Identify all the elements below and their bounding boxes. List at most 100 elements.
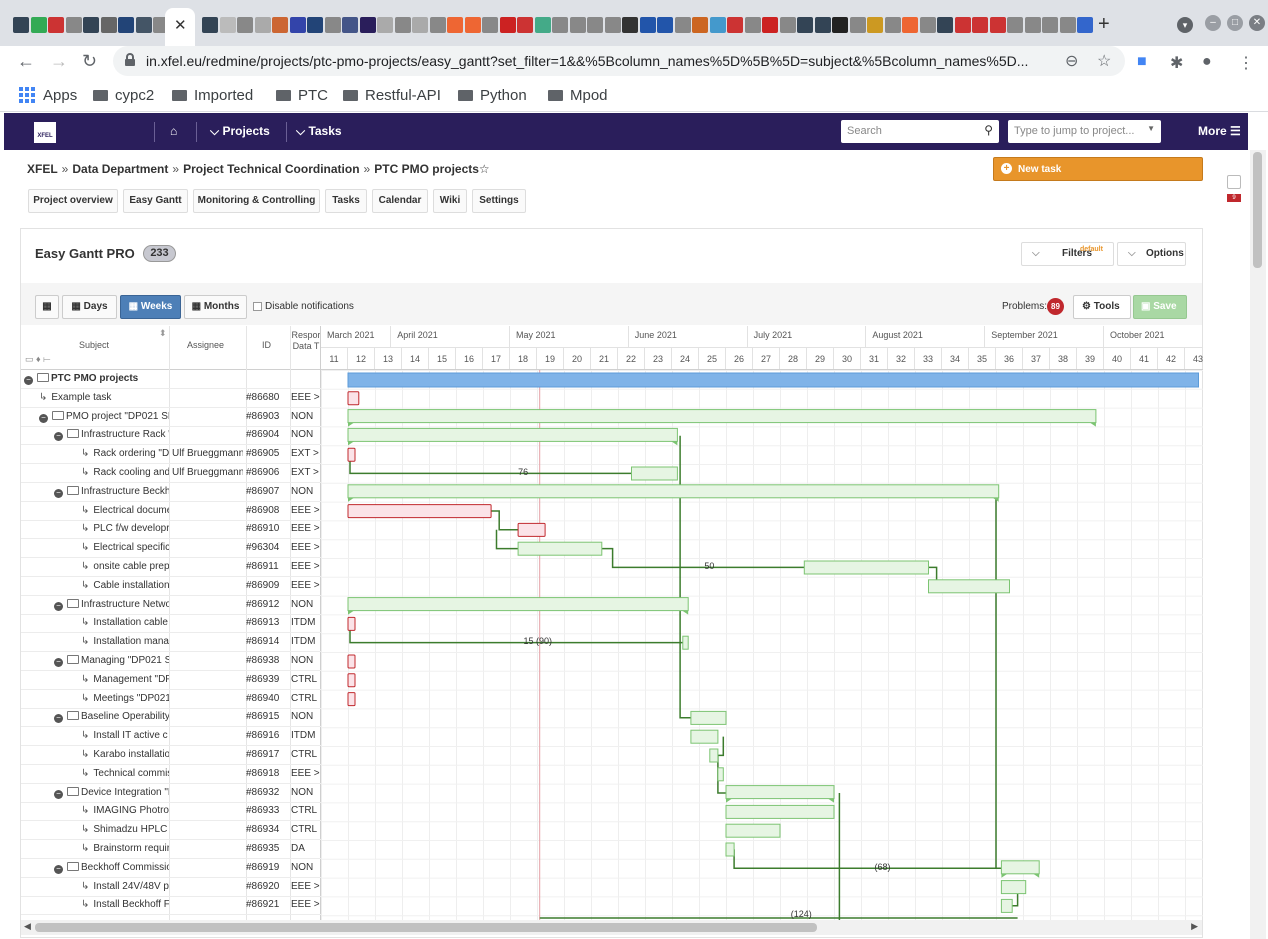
tab-favicon[interactable] (569, 17, 586, 33)
bookmark-mpod[interactable]: Mpod (548, 85, 608, 105)
task-row[interactable]: − Infrastructure Beckh #86907 NON (21, 483, 321, 502)
tab-favicon[interactable] (237, 17, 253, 33)
tab-search-icon[interactable]: ▾ (1177, 17, 1193, 33)
tab-calendar[interactable]: Calendar (372, 189, 428, 213)
task-subject[interactable]: ↳ onsite cable prep (81, 561, 169, 572)
task-subject[interactable]: ↳ Technical commis (81, 768, 169, 779)
task-bar-late[interactable] (347, 654, 356, 669)
parent-bar[interactable] (725, 785, 835, 800)
task-bar[interactable] (725, 804, 835, 819)
task-row[interactable]: ↳ IMAGING Photro #86933 CTRL (21, 802, 321, 822)
tab-favicon[interactable] (272, 17, 288, 33)
lock-icon[interactable] (125, 53, 135, 66)
task-bar[interactable] (928, 579, 1010, 594)
task-id[interactable]: #86940 (246, 693, 279, 704)
tab-favicon[interactable] (1059, 17, 1076, 33)
task-bar-late[interactable] (347, 692, 356, 707)
breadcrumb-data-department[interactable]: Data Department (72, 162, 168, 176)
close-window-icon[interactable]: ✕ (1249, 15, 1265, 31)
tab-favicon[interactable] (447, 17, 463, 33)
tab-favicon[interactable] (902, 17, 918, 33)
back-icon[interactable]: ← (17, 51, 35, 72)
parent-bar-end-marker[interactable] (682, 610, 689, 615)
task-bar[interactable] (717, 767, 724, 782)
task-row[interactable]: ↳ Install Beckhoff F #86921 EEE > (21, 896, 321, 916)
scroll-right-icon[interactable]: ▶ (1191, 921, 1198, 932)
task-id[interactable]: #86916 (246, 730, 279, 741)
browser-menu-icon[interactable]: ⋮ (1238, 53, 1254, 73)
collapse-toggle-icon[interactable]: − (54, 488, 63, 498)
parent-bar-start-marker[interactable] (348, 610, 354, 615)
parent-bar-start-marker[interactable] (348, 422, 354, 427)
tab-settings[interactable]: Settings (472, 189, 526, 213)
tab-favicon[interactable] (13, 17, 29, 33)
tab-monitoring[interactable]: Monitoring & Controlling (193, 189, 320, 213)
task-subject[interactable]: ↳ Management "DP (81, 674, 169, 685)
task-subject[interactable]: ↳ Shimadzu HPLC (81, 824, 169, 835)
task-subject[interactable]: ↳ Install IT active c (81, 730, 169, 741)
collapse-toggle-icon[interactable]: − (54, 864, 63, 874)
task-id[interactable]: #86939 (246, 674, 279, 685)
task-id[interactable]: #86919 (246, 862, 279, 873)
reload-icon[interactable]: ↻ (82, 51, 97, 72)
task-id[interactable]: #86904 (246, 429, 279, 440)
bookmark-apps[interactable]: Apps (19, 85, 77, 105)
tab-favicon[interactable] (727, 17, 743, 33)
parent-bar[interactable] (347, 484, 1000, 499)
task-bar-late[interactable] (347, 504, 492, 519)
task-bar[interactable] (709, 748, 719, 763)
tab-favicon[interactable] (534, 17, 551, 33)
tab-favicon[interactable] (814, 17, 831, 33)
task-row[interactable]: − Managing "DP021 S #86938 NON (21, 652, 321, 671)
task-bar[interactable] (725, 823, 781, 838)
tab-project-overview[interactable]: Project overview (28, 189, 118, 213)
task-id[interactable]: #86903 (246, 411, 279, 422)
task-subject[interactable]: ↳ Electrical specific (81, 542, 169, 553)
collapse-all-icon[interactable]: ▭ ♦ ⟝ (25, 354, 51, 365)
collapse-toggle-icon[interactable]: − (39, 413, 48, 423)
task-id[interactable]: #96304 (246, 542, 279, 553)
task-id[interactable]: #86906 (246, 467, 279, 478)
tab-favicon[interactable] (604, 17, 621, 33)
home-icon[interactable]: ⌂ (170, 124, 177, 138)
tab-easy-gantt[interactable]: Easy Gantt (123, 189, 188, 213)
task-id[interactable]: #86933 (246, 805, 279, 816)
task-id[interactable]: #86905 (246, 448, 279, 459)
task-subject[interactable]: ↳ Installation cable (81, 617, 169, 628)
collapse-toggle-icon[interactable]: − (54, 601, 63, 611)
tab-favicon[interactable] (552, 17, 568, 33)
task-row[interactable]: − Infrastructure Rack " #86904 NON (21, 426, 321, 446)
task-id[interactable]: #86914 (246, 636, 279, 647)
task-subject[interactable]: − Infrastructure Networ (54, 598, 169, 611)
active-tab[interactable]: ✕ (165, 8, 195, 46)
tab-favicon[interactable] (324, 17, 341, 33)
tab-favicon[interactable] (30, 17, 47, 33)
task-subject[interactable]: − Managing "DP021 S (54, 655, 169, 667)
task-bar[interactable] (690, 710, 727, 725)
task-row[interactable]: ↳ Meetings "DP021 #86940 CTRL (21, 690, 321, 709)
task-row[interactable]: ↳ Rack ordering "D Ulf Brueggmann #86905 EXT… (21, 445, 321, 465)
task-subject[interactable]: − Device Integration "D (54, 786, 169, 799)
bookmark-cypc2[interactable]: cypc2 (93, 85, 154, 105)
task-row[interactable]: ↳ Example task #86680 EEE > (21, 389, 321, 408)
task-id[interactable]: #86908 (246, 505, 279, 516)
tab-favicon[interactable] (202, 17, 218, 33)
parent-bar[interactable] (347, 409, 1097, 424)
column-header-subject[interactable]: Subject (79, 340, 109, 350)
tab-favicon[interactable] (517, 17, 533, 33)
activity-feed-icon[interactable] (1227, 175, 1241, 189)
task-subject[interactable]: ↳ Rack ordering "D (81, 448, 169, 459)
task-bar[interactable] (803, 560, 929, 575)
task-bar[interactable] (517, 541, 603, 556)
tab-favicon[interactable] (744, 17, 761, 33)
tab-favicon[interactable] (709, 17, 726, 33)
extensions-puzzle-icon[interactable]: ✱ (1170, 53, 1183, 73)
minimize-icon[interactable]: – (1205, 15, 1221, 31)
bookmark-star-icon[interactable]: ☆ (1097, 51, 1111, 71)
task-row[interactable]: ↳ Karabo installatio #86917 CTRL (21, 746, 321, 765)
url-text[interactable]: in.xfel.eu/redmine/projects/ptc-pmo-proj… (146, 53, 1066, 69)
task-subject[interactable]: − PMO project "DP021 SE (39, 410, 169, 423)
tab-favicon[interactable] (762, 17, 778, 33)
tab-favicon[interactable] (429, 17, 446, 33)
search-input[interactable]: Search ⚲ (841, 120, 999, 143)
